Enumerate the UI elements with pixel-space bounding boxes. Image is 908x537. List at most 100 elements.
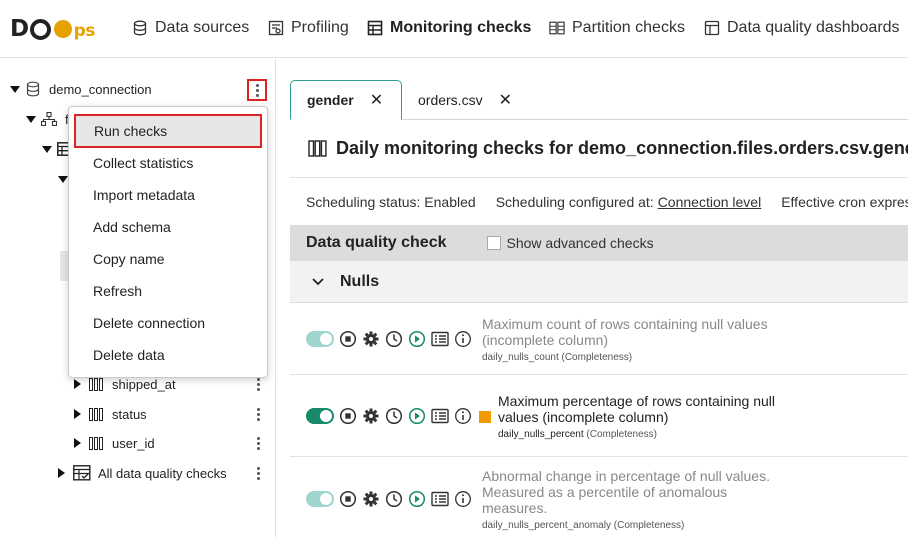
check-name-text: daily_nulls_percent <box>498 429 584 440</box>
all-checks-label: All data quality checks <box>98 465 227 481</box>
nav-data-sources[interactable]: Data sources <box>132 0 249 56</box>
menu-add-schema[interactable]: Add schema <box>69 211 267 243</box>
run-icon[interactable] <box>408 330 426 348</box>
close-icon[interactable]: ✕ <box>370 90 383 110</box>
all-checks-menu-button[interactable] <box>250 463 266 483</box>
check-description-line: measures. <box>482 500 548 516</box>
expand-arrow-icon[interactable] <box>74 379 81 389</box>
column-icon <box>89 436 103 450</box>
nav-profiling[interactable]: Profiling <box>268 0 349 56</box>
tree-all-checks[interactable]: All data quality checks <box>58 461 227 485</box>
gear-icon[interactable] <box>362 330 380 348</box>
database-icon <box>26 81 40 97</box>
column-menu-button[interactable] <box>250 404 266 424</box>
check-description: Abnormal change in percentage of null va… <box>482 468 770 534</box>
nav-partition-checks[interactable]: Partition checks <box>549 0 685 56</box>
menu-collect-statistics[interactable]: Collect statistics <box>69 147 267 179</box>
tree-columns-row[interactable] <box>58 167 68 191</box>
check-name-text: daily_nulls_count <box>482 352 559 363</box>
connection-context-menu: Run checks Collect statistics Import met… <box>68 106 268 378</box>
checks-table-icon <box>73 465 91 481</box>
chevron-down-icon[interactable] <box>312 275 324 289</box>
advanced-checkbox[interactable] <box>486 236 501 250</box>
close-icon[interactable]: ✕ <box>499 90 512 110</box>
gear-icon[interactable] <box>362 407 380 425</box>
expand-arrow-icon[interactable] <box>74 438 81 448</box>
info-icon[interactable] <box>454 490 472 508</box>
gear-icon[interactable] <box>362 490 380 508</box>
stop-icon[interactable] <box>339 407 357 425</box>
stop-icon[interactable] <box>339 330 357 348</box>
menu-delete-data[interactable]: Delete data <box>69 339 267 371</box>
check-description-line: Measured as a percentile of anomalous <box>482 484 728 500</box>
table-icon <box>367 20 383 36</box>
check-name: daily_nulls_count (Completeness) <box>482 350 768 366</box>
scheduling-status: Scheduling status: Enabled <box>306 194 476 210</box>
info-icon[interactable] <box>454 407 472 425</box>
check-name: daily_nulls_percent (Completeness) <box>498 427 775 443</box>
results-list-icon[interactable] <box>431 490 449 508</box>
column-label: user_id <box>112 435 155 451</box>
menu-import-metadata[interactable]: Import metadata <box>69 179 267 211</box>
results-list-icon[interactable] <box>431 330 449 348</box>
dqops-logo[interactable]: D ps <box>10 14 95 44</box>
check-toggle[interactable] <box>306 408 334 424</box>
show-advanced-checks[interactable]: Show advanced checks <box>486 235 654 251</box>
clock-icon[interactable] <box>385 407 403 425</box>
check-controls <box>306 407 472 425</box>
check-description-line: Abnormal change in percentage of null va… <box>482 468 770 484</box>
advanced-label: Show advanced checks <box>506 235 654 251</box>
check-description-line: (incomplete column) <box>482 332 609 348</box>
nav-data-sources-label: Data sources <box>155 19 250 36</box>
check-toggle[interactable] <box>306 331 334 347</box>
menu-delete-connection[interactable]: Delete connection <box>69 307 267 339</box>
page-title-text: Daily monitoring checks for demo_connect… <box>336 138 908 158</box>
check-description-line: Maximum percentage of rows containing nu… <box>498 393 776 409</box>
tab-bar: gender ✕ orders.csv ✕ <box>290 80 908 120</box>
check-toggle[interactable] <box>306 491 334 507</box>
run-icon[interactable] <box>408 407 426 425</box>
clock-icon[interactable] <box>385 330 403 348</box>
connection-level-link[interactable]: Connection level <box>658 194 762 210</box>
nav-monitoring-checks[interactable]: Monitoring checks <box>367 0 531 56</box>
group-nulls[interactable]: Nulls <box>290 261 908 303</box>
tab-orders-csv[interactable]: orders.csv ✕ <box>402 80 532 120</box>
expand-arrow-icon[interactable] <box>58 468 65 478</box>
column-icon <box>89 407 103 421</box>
check-row: Abnormal change in percentage of null va… <box>290 457 908 537</box>
info-icon[interactable] <box>454 330 472 348</box>
check-row: Maximum count of rows containing null va… <box>290 303 908 375</box>
menu-copy-name[interactable]: Copy name <box>69 243 267 275</box>
logo-letter-d: D <box>10 16 29 42</box>
tree-connection-row[interactable]: demo_connection <box>10 77 152 101</box>
tree-column-user-id[interactable]: user_id <box>74 431 155 455</box>
stop-icon[interactable] <box>339 490 357 508</box>
nav-profiling-label: Profiling <box>291 19 349 36</box>
expand-arrow-icon <box>26 115 36 123</box>
check-controls <box>306 490 472 508</box>
scheduling-bar: Scheduling status: Enabled Scheduling co… <box>290 179 908 225</box>
main-panel: gender ✕ orders.csv ✕ Daily monitoring c… <box>290 59 908 537</box>
connection-menu-button[interactable] <box>247 79 267 101</box>
expand-arrow-icon <box>42 145 52 153</box>
check-description-line: Maximum count of rows containing null va… <box>482 316 768 332</box>
check-category: (Completeness) <box>561 352 633 363</box>
results-list-icon[interactable] <box>431 407 449 425</box>
effective-cron: Effective cron expres <box>781 194 908 210</box>
tab-label: gender <box>307 92 354 108</box>
tree-table-row[interactable] <box>42 137 71 161</box>
expand-arrow-icon[interactable] <box>10 85 20 93</box>
column-menu-button[interactable] <box>250 433 266 453</box>
nav-data-quality-dashboards[interactable]: Data quality dashboards <box>704 0 900 56</box>
tab-gender[interactable]: gender ✕ <box>290 80 402 120</box>
column-icon <box>308 140 327 157</box>
tree-column-status[interactable]: status <box>74 402 147 426</box>
page-title: Daily monitoring checks for demo_connect… <box>290 120 908 178</box>
tree-schema-row[interactable]: f <box>26 107 69 131</box>
menu-run-checks[interactable]: Run checks <box>74 114 262 148</box>
expand-arrow-icon[interactable] <box>74 409 81 419</box>
run-icon[interactable] <box>408 490 426 508</box>
menu-refresh[interactable]: Refresh <box>69 275 267 307</box>
clock-icon[interactable] <box>385 490 403 508</box>
column-label: shipped_at <box>112 376 176 392</box>
